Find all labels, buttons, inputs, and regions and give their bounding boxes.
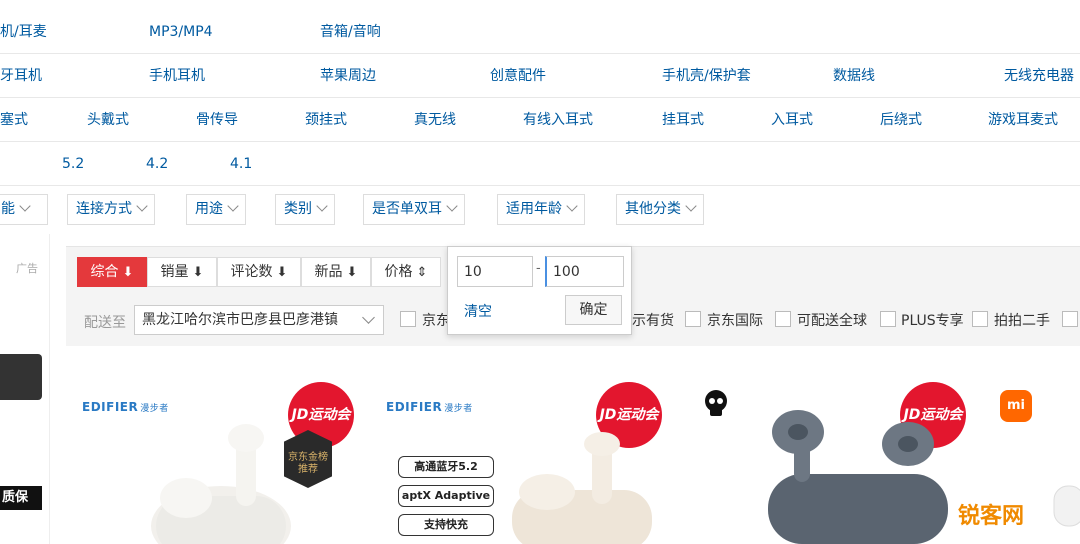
category-link[interactable]: 手机耳机 [149, 54, 205, 98]
price-min-input[interactable] [457, 256, 533, 287]
category-link[interactable]: 有线入耳式 [523, 98, 593, 142]
category-link[interactable]: 无线充电器 [1004, 54, 1074, 98]
checkbox-label: 京东国际 [707, 313, 763, 329]
category-row-3: 塞式 头戴式 骨传导 颈挂式 真无线 有线入耳式 挂耳式 入耳式 后绕式 游戏耳… [0, 98, 1080, 142]
arrow-down-icon: ⬇ [192, 265, 204, 280]
category-row-4: 5.2 4.2 4.1 [0, 142, 1080, 186]
xiaomi-logo-icon: mi [1000, 390, 1032, 422]
category-link[interactable]: 苹果周边 [320, 54, 376, 98]
category-link[interactable]: 后绕式 [880, 98, 922, 142]
chevron-down-icon [685, 200, 697, 212]
feature-tag: aptX Adaptive [398, 485, 494, 507]
skullcandy-logo-icon [705, 390, 727, 416]
category-link[interactable]: 挂耳式 [662, 98, 704, 142]
price-clear-button[interactable]: 清空 [464, 301, 492, 321]
checkbox-label: 拍拍二手 [994, 313, 1050, 329]
delivery-address-select[interactable]: 黑龙江哈尔滨市巴彦县巴彦港镇 [134, 305, 384, 335]
filter-dropdown-type[interactable]: 类别 [275, 194, 335, 225]
chevron-down-icon [316, 200, 328, 212]
watermark: 锐客网 [958, 504, 1025, 529]
brand-logo: EDIFIER 漫步者 [82, 400, 169, 414]
price-confirm-button[interactable]: 确定 [565, 295, 622, 325]
filter-dropdown-age[interactable]: 适用年龄 [497, 194, 585, 225]
category-link[interactable]: MP3/MP4 [149, 10, 213, 54]
checkbox-label: 京东 [422, 313, 450, 329]
category-link[interactable]: 4.1 [230, 142, 252, 186]
category-row-2: 牙耳机 手机耳机 苹果周边 创意配件 手机壳/保护套 数据线 无线充电器 [0, 54, 1080, 98]
checkbox-jd[interactable] [400, 311, 416, 327]
category-link[interactable]: 音箱/音响 [320, 10, 381, 54]
ad-image[interactable] [0, 354, 42, 400]
category-link[interactable]: 数据线 [833, 54, 875, 98]
sort-updown-icon: ⇕ [416, 265, 428, 280]
chevron-down-icon [362, 311, 375, 324]
category-link[interactable]: 4.2 [146, 142, 168, 186]
feature-tag: 高通蓝牙5.2 [398, 456, 494, 478]
category-link[interactable]: 真无线 [414, 98, 456, 142]
filter-dropdown-single-double[interactable]: 是否单双耳 [363, 194, 465, 225]
left-banner: 质保 [0, 486, 42, 510]
category-link[interactable]: 骨传导 [196, 98, 238, 142]
checkbox-label: PLUS专享 [901, 313, 964, 329]
category-link[interactable]: 游戏耳麦式 [988, 98, 1058, 142]
price-filter-popup: - 清空 确定 [447, 246, 632, 335]
filter-dropdown[interactable]: 能 [0, 194, 48, 225]
checkbox-global-delivery[interactable] [775, 311, 791, 327]
chevron-down-icon [136, 200, 148, 212]
filter-dropdown-row: 能 连接方式 用途 类别 是否单双耳 适用年龄 其他分类 [0, 186, 1080, 234]
sort-button-price[interactable]: 价格 ⇕ [371, 257, 441, 287]
checkbox-jd-international[interactable] [685, 311, 701, 327]
category-link[interactable]: 塞式 [0, 98, 28, 142]
chevron-down-icon [446, 200, 458, 212]
category-link[interactable]: 手机壳/保护套 [662, 54, 751, 98]
category-link[interactable]: 头戴式 [87, 98, 129, 142]
checkbox-more[interactable] [1062, 311, 1078, 327]
checkbox-label: 示有货 [632, 313, 674, 329]
checkbox-plus-exclusive[interactable] [880, 311, 896, 327]
sort-button-default[interactable]: 综合 ⬇ [77, 257, 147, 287]
category-row-1: 机/耳麦 MP3/MP4 音箱/音响 [0, 10, 1080, 54]
sort-button-sales[interactable]: 销量 ⬇ [147, 257, 217, 287]
chevron-down-icon [19, 200, 31, 212]
checkbox-label: 可配送全球 [797, 313, 867, 329]
arrow-down-icon: ⬇ [276, 265, 288, 280]
sort-button-new[interactable]: 新品 ⬇ [301, 257, 371, 287]
brand-logo: EDIFIER 漫步者 [386, 400, 473, 414]
chevron-down-icon [227, 200, 239, 212]
earbuds-product-image[interactable] [502, 430, 662, 544]
chevron-down-icon [566, 200, 578, 212]
price-dash: - [536, 261, 541, 276]
category-link[interactable]: 牙耳机 [0, 54, 42, 98]
delivery-label: 配送至 [84, 315, 126, 331]
checkbox-secondhand[interactable] [972, 311, 988, 327]
category-link[interactable]: 创意配件 [490, 54, 546, 98]
feature-tag: 支持快充 [398, 514, 494, 536]
earbuds-product-image[interactable] [1050, 476, 1080, 536]
earbuds-product-image[interactable] [146, 416, 296, 544]
arrow-down-icon: ⬇ [122, 265, 134, 280]
filter-dropdown-connection[interactable]: 连接方式 [67, 194, 155, 225]
ad-label: 广告 [16, 262, 38, 275]
arrow-down-icon: ⬇ [346, 265, 358, 280]
filter-dropdown-other[interactable]: 其他分类 [616, 194, 704, 225]
sort-button-reviews[interactable]: 评论数 ⬇ [217, 257, 301, 287]
product-grid: EDIFIER 漫步者 JD运动会 京东金榜推荐 EDIFIER 漫步者 JD运动会… [66, 346, 1080, 544]
category-link[interactable]: 5.2 [62, 142, 84, 186]
category-link[interactable]: 入耳式 [771, 98, 813, 142]
category-link[interactable]: 颈挂式 [305, 98, 347, 142]
category-link[interactable]: 机/耳麦 [0, 10, 47, 54]
earbuds-product-image[interactable] [758, 404, 958, 544]
filter-dropdown-usage[interactable]: 用途 [186, 194, 246, 225]
price-max-input[interactable] [545, 256, 624, 287]
